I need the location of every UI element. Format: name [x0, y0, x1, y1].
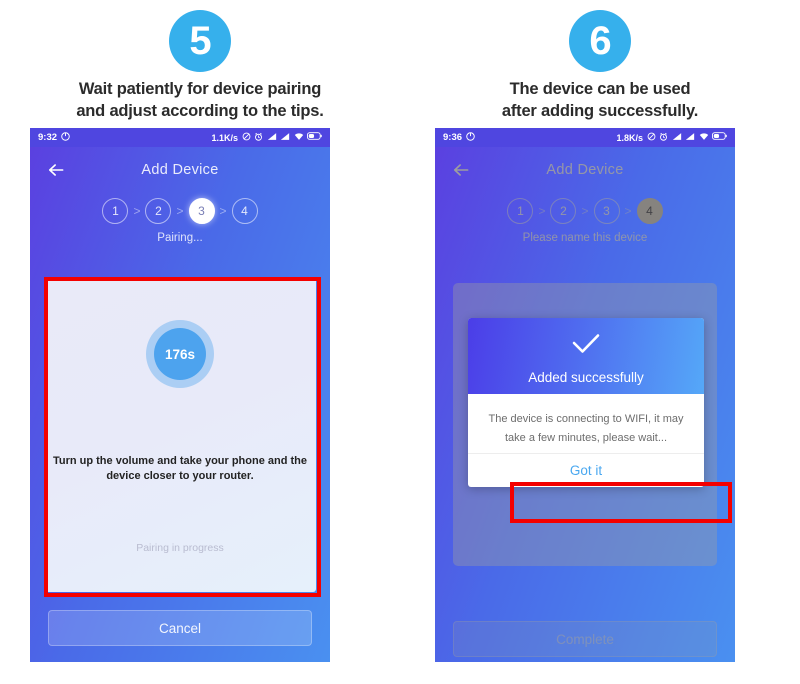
stepper-separator: > [133, 204, 141, 218]
dialog-title: Added successfully [528, 370, 644, 385]
stepper-separator: > [624, 204, 632, 218]
back-arrow-icon[interactable] [451, 160, 471, 180]
signal-bars-icon [672, 132, 682, 144]
pairing-status-text: Pairing... [157, 232, 203, 244]
status-bar-left: 9:32 [38, 131, 70, 144]
do-not-disturb-icon [242, 132, 251, 144]
stepper-separator: > [219, 204, 227, 218]
signal-bars-icon [267, 132, 277, 144]
app-bar: Add Device [30, 147, 330, 193]
stepper-step-1: 1 [507, 198, 534, 224]
dialog-header: Added successfully [468, 318, 704, 394]
alarm-icon [254, 132, 263, 144]
step-caption-line-2: and adjust according to the tips. [76, 102, 324, 121]
step-caption-6: The device can be used after adding succ… [400, 78, 800, 123]
wifi-icon [294, 132, 304, 144]
countdown-timer: 176s [146, 320, 214, 388]
step-caption-line-1: The device can be used [509, 80, 691, 98]
power-saver-icon [466, 131, 475, 144]
dialog-body-line-2: take a few minutes, please wait... [504, 431, 668, 444]
network-speed: 1.8K/s [616, 132, 643, 143]
battery-icon [712, 132, 727, 143]
got-it-button[interactable]: Got it [468, 453, 704, 487]
dialog-body-line-1: The device is connecting to WIFI, it may [488, 413, 684, 425]
stepper-step-2: 2 [145, 198, 172, 224]
stepper-separator: > [176, 204, 184, 218]
pairing-card: 176s Turn up the volume and take your ph… [44, 278, 316, 592]
stepper-separator: > [538, 204, 546, 218]
pairing-progress-text: Pairing in progress [136, 542, 224, 554]
added-successfully-dialog: Added successfully The device is connect… [468, 318, 704, 488]
stepper-step-3: 3 [188, 198, 215, 224]
status-bar: 9:32 1.1K/s [30, 128, 330, 147]
check-icon [571, 332, 601, 356]
stepper-step-1: 1 [102, 198, 129, 224]
name-device-prompt: Please name this device [522, 232, 648, 244]
page-title: Add Device [141, 162, 219, 178]
back-arrow-icon[interactable] [46, 160, 66, 180]
page-title: Add Device [546, 162, 624, 178]
stepper-step-3: 3 [593, 198, 620, 224]
complete-button[interactable]: Complete [453, 621, 717, 657]
do-not-disturb-icon [647, 132, 656, 144]
step-caption-line-1: Wait patiently for device pairing [78, 80, 322, 98]
status-time: 9:32 [38, 132, 58, 143]
power-saver-icon [61, 131, 70, 144]
battery-icon [307, 132, 322, 143]
network-speed: 1.1K/s [211, 132, 238, 143]
status-bar-left: 9:36 [443, 131, 475, 144]
stepper: 1 > 2 > 3 > 4 [435, 198, 735, 224]
step-caption-line-2: after adding successfully. [501, 102, 699, 121]
status-bar: 9:36 1.8K/s [435, 128, 735, 147]
alarm-icon [659, 132, 668, 144]
countdown-value: 176s [154, 328, 206, 380]
tutorial-page: 5 Wait patiently for device pairing and … [0, 0, 800, 684]
stepper-step-4: 4 [231, 198, 258, 224]
wifi-icon [699, 132, 709, 144]
stepper-step-2: 2 [550, 198, 577, 224]
stepper-step-4: 4 [636, 198, 663, 224]
dialog-body: The device is connecting to WIFI, it may… [468, 394, 704, 453]
stepper: 1 > 2 > 3 > 4 [30, 198, 330, 224]
step-number-badge-6: 6 [569, 10, 631, 72]
stepper-separator: > [581, 204, 589, 218]
signal-bars-icon [280, 132, 290, 144]
tutorial-step-5: 5 Wait patiently for device pairing and … [0, 0, 400, 684]
cancel-button[interactable]: Cancel [48, 610, 312, 646]
phone-screenshot-5: 9:32 1.1K/s Add Device 1 > 2 > 3 > 4 Pai… [30, 128, 330, 662]
status-bar-right: 1.8K/s [616, 132, 727, 144]
pairing-hint-text: Turn up the volume and take your phone a… [52, 455, 308, 482]
step-caption-5: Wait patiently for device pairing and ad… [0, 78, 400, 123]
status-bar-right: 1.1K/s [211, 132, 322, 144]
app-bar: Add Device [435, 147, 735, 193]
step-number-badge-5: 5 [169, 10, 231, 72]
tutorial-step-6: 6 The device can be used after adding su… [400, 0, 800, 684]
signal-bars-icon [685, 132, 695, 144]
phone-screenshot-6: 9:36 1.8K/s Add Device 1 > 2 > 3 > 4 Ple… [435, 128, 735, 662]
status-time: 9:36 [443, 132, 463, 143]
